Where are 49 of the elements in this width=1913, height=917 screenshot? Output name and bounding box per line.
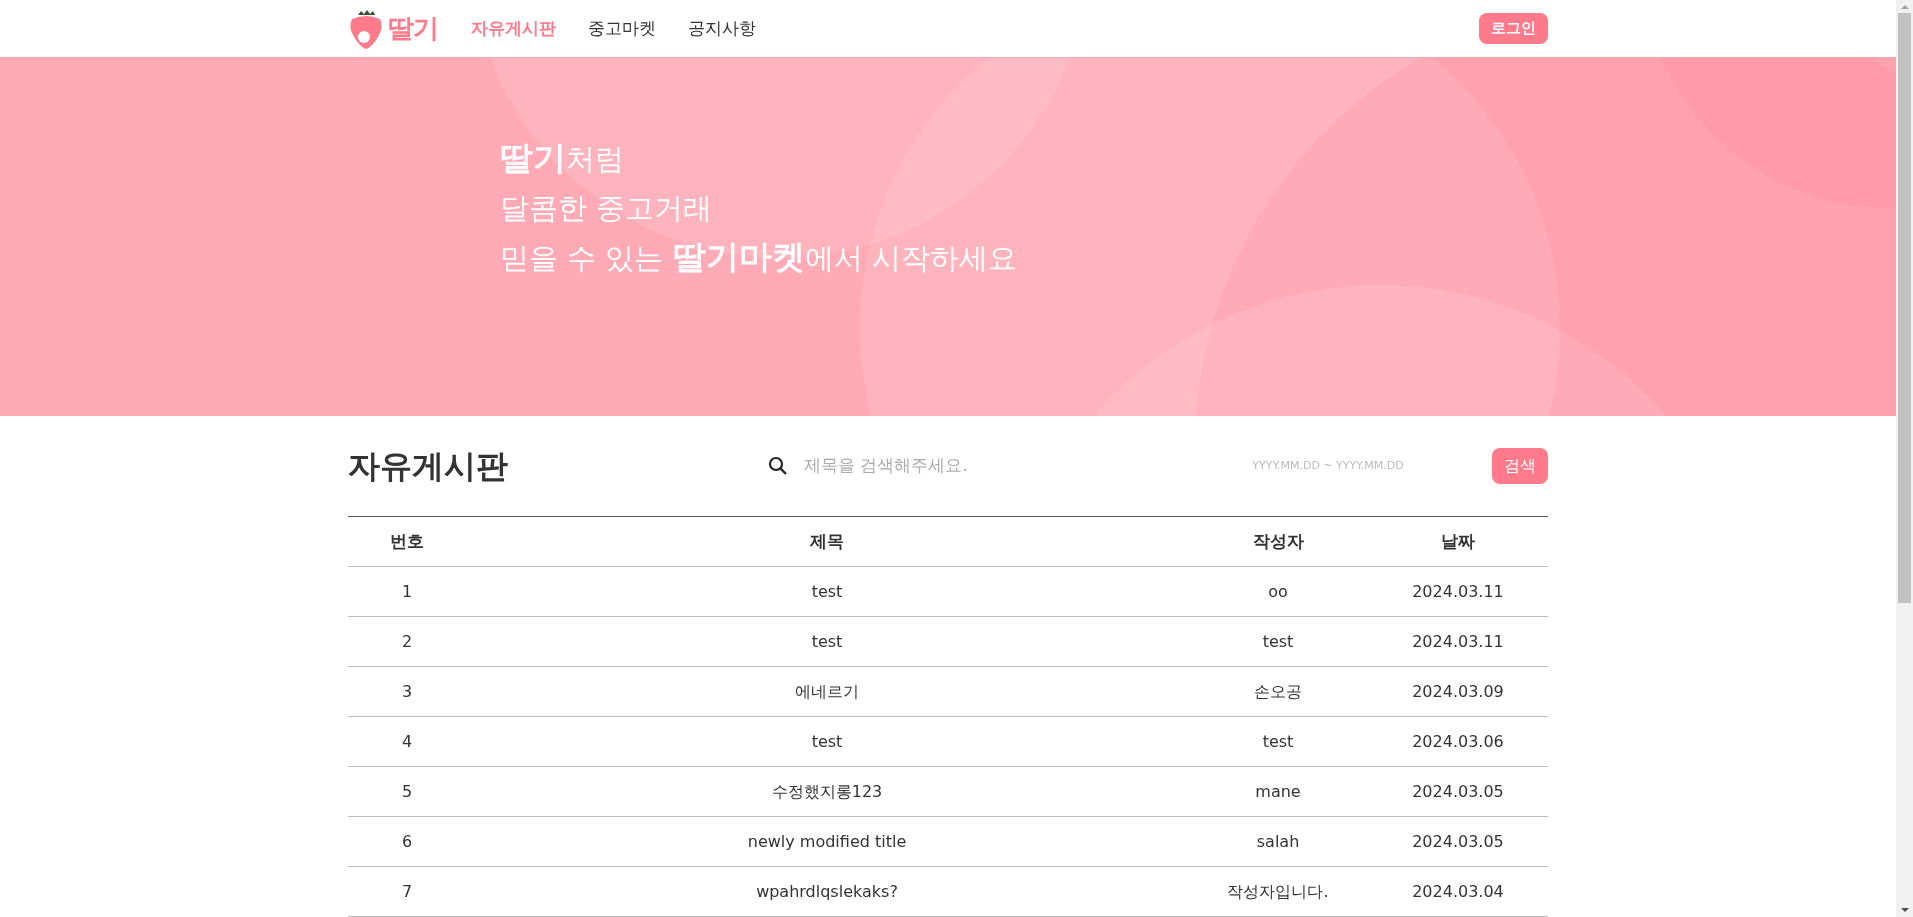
table-cell: oo (1188, 566, 1368, 617)
table-cell: 2024.03.11 (1368, 566, 1548, 617)
nav-link[interactable]: 중고마켓 (587, 15, 656, 42)
search-icon (768, 456, 788, 476)
scrollbar-thumb[interactable] (1898, 13, 1911, 603)
table-cell: 5 (348, 766, 466, 817)
table-cell: 2 (348, 616, 466, 667)
login-button[interactable]: 로그인 (1479, 13, 1548, 44)
search-button[interactable]: 검색 (1492, 448, 1548, 484)
table-cell: test (466, 616, 1188, 667)
search-field[interactable]: 제목을 검색해주세요. (804, 453, 1204, 479)
table-cell: wpahrdlqslekaks? (466, 866, 1188, 917)
table-cell: test (1188, 716, 1368, 767)
table-cell: test (466, 716, 1188, 767)
logo-text[interactable]: 딸기 (388, 9, 439, 48)
table-cell: mane (1188, 766, 1368, 817)
table-cell: 작성자입니다. (1188, 866, 1368, 917)
hero-text: 믿을 수 있는 딸기마켓에서 시작하세요 (500, 237, 1017, 278)
column-header: 번호 (348, 516, 466, 567)
date-range-field[interactable]: YYYY.MM.DD ~ YYYY.MM.DD (1228, 457, 1428, 475)
table-cell: 에네르기 (466, 666, 1188, 717)
table-cell: 2024.03.05 (1368, 816, 1548, 867)
table-cell: 손오공 (1188, 666, 1368, 717)
column-header: 제목 (466, 516, 1188, 567)
nav-link[interactable]: 자유게시판 (470, 15, 556, 42)
table-cell: 2024.03.06 (1368, 716, 1548, 767)
board-title: 자유게시판 (348, 446, 509, 487)
table-cell: test (1188, 616, 1368, 667)
scroll-up-icon[interactable] (1900, 5, 1909, 9)
table-cell: 2024.03.09 (1368, 666, 1548, 717)
table-cell: 6 (348, 816, 466, 867)
scrollbar[interactable] (1896, 0, 1913, 917)
column-header: 날짜 (1368, 516, 1548, 567)
column-header: 작성자 (1188, 516, 1368, 567)
table-cell: 2024.03.11 (1368, 616, 1548, 667)
nav-link[interactable]: 공지사항 (687, 15, 756, 42)
hero-text: 달콤한 중고거래 (500, 190, 713, 227)
table-cell: 수정했지롱123 (466, 766, 1188, 817)
table-cell: salah (1188, 816, 1368, 867)
table-cell: test (466, 566, 1188, 617)
table-cell: 3 (348, 666, 466, 717)
table-cell: newly modified title (466, 816, 1188, 867)
hero-text: 딸기처럼 (500, 138, 624, 179)
table-cell: 7 (348, 866, 466, 917)
scroll-down-icon[interactable] (1900, 908, 1909, 912)
table-cell: 1 (348, 566, 466, 617)
table-cell: 4 (348, 716, 466, 767)
table-cell: 2024.03.04 (1368, 866, 1548, 917)
table-cell: 2024.03.05 (1368, 766, 1548, 817)
